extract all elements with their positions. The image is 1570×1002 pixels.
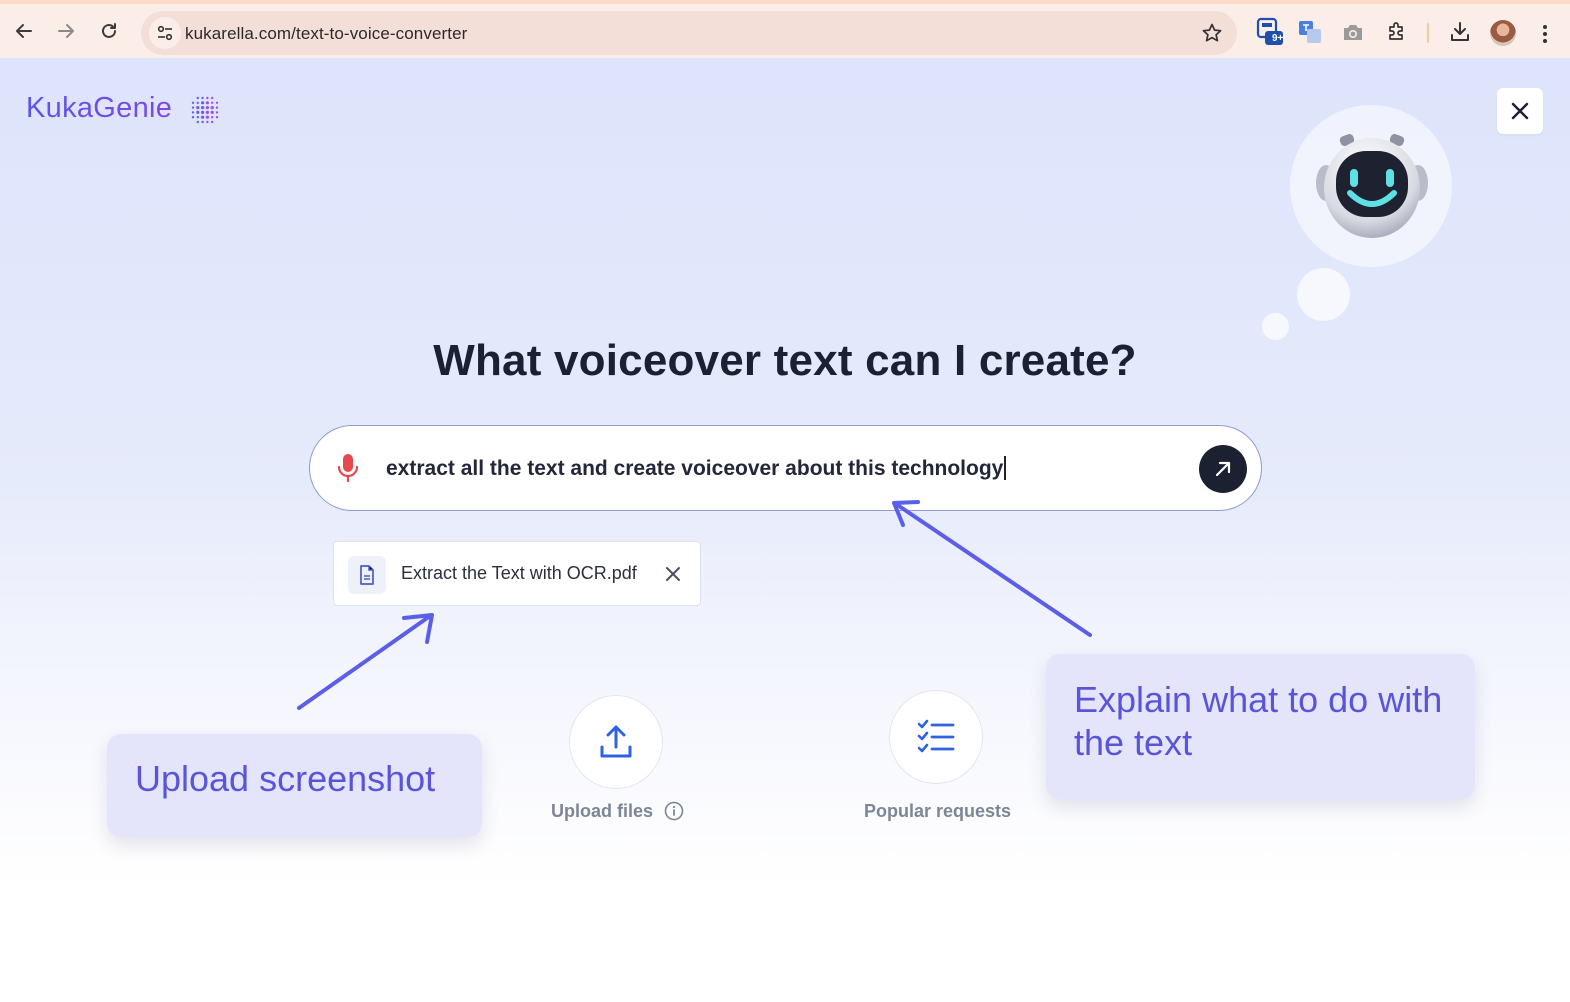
extensions-menu-button[interactable] — [1382, 17, 1412, 47]
info-icon[interactable] — [664, 801, 684, 821]
translate-extension-button[interactable] — [1295, 17, 1325, 47]
logo-dot — [201, 106, 205, 110]
logo-dot — [201, 101, 205, 105]
attached-file-chip: Extract the Text with OCR.pdf — [333, 541, 701, 606]
upload-files-label[interactable]: Upload files — [551, 801, 684, 822]
puzzle-icon — [1389, 22, 1403, 40]
prompt-input-box[interactable]: extract all the text and create voiceove… — [309, 425, 1262, 511]
camera-icon — [1344, 25, 1362, 40]
robot-mascot-icon — [1316, 134, 1428, 238]
reload-button[interactable] — [94, 16, 124, 46]
screenshot-extension-button[interactable] — [1338, 17, 1368, 47]
extension-badge-count: 9+ — [1272, 33, 1284, 44]
logo-dot — [196, 106, 200, 110]
browser-menu-button[interactable] — [1538, 20, 1552, 48]
logo-dot — [196, 110, 200, 114]
remove-file-button[interactable] — [664, 565, 682, 588]
dot-grid-icon — [191, 96, 219, 124]
popular-requests-button[interactable] — [889, 690, 983, 784]
logo-dot — [196, 101, 199, 104]
annotation-arrow-upload — [297, 613, 434, 710]
download-icon — [1451, 22, 1469, 41]
logo-dot — [211, 120, 214, 124]
logo-dot — [196, 116, 199, 119]
annotation-arrow-explain — [892, 500, 1092, 637]
logo-dot — [201, 120, 204, 124]
bookmark-button[interactable] — [1201, 22, 1223, 49]
logo-dot — [196, 120, 199, 124]
url-text[interactable]: kukarella.com/text-to-voice-converter — [185, 24, 467, 44]
logo-dot — [215, 106, 219, 109]
logo-dot — [191, 101, 195, 104]
logo-dot — [210, 106, 214, 110]
file-icon-container — [348, 556, 386, 594]
logo-dot — [196, 96, 199, 100]
logo-dot — [215, 116, 219, 119]
star-icon — [1202, 23, 1222, 42]
text-caret — [1004, 456, 1006, 480]
logo-dot — [215, 111, 219, 114]
more-vertical-icon — [1543, 25, 1547, 43]
checklist-icon — [917, 719, 955, 753]
prompt-input[interactable]: extract all the text and create voiceove… — [386, 456, 1006, 481]
logo-dot — [215, 101, 219, 104]
popular-requests-label[interactable]: Popular requests — [864, 801, 1011, 822]
kukagenie-logo: KukaGenie — [26, 92, 173, 124]
address-bar[interactable]: kukarella.com/text-to-voice-converter — [141, 11, 1237, 55]
logo-dot — [205, 115, 209, 119]
logo-dot — [205, 101, 209, 105]
arrow-up-right-icon — [1215, 461, 1231, 477]
thought-bubble-dot — [1297, 268, 1350, 321]
toolbar-separator — [1427, 23, 1429, 43]
forward-button[interactable] — [51, 16, 81, 46]
site-info-button[interactable] — [149, 17, 181, 49]
upload-files-text: Upload files — [551, 801, 654, 821]
reload-icon — [102, 23, 116, 38]
logo-dot — [211, 96, 214, 100]
upload-files-button[interactable] — [569, 695, 663, 789]
translate-icon — [1299, 21, 1321, 43]
tune-icon — [157, 25, 173, 41]
close-button[interactable] — [1497, 88, 1543, 134]
downloads-button[interactable] — [1445, 17, 1475, 47]
prompt-input-value: extract all the text and create voiceove… — [386, 457, 1004, 480]
profile-avatar[interactable] — [1490, 20, 1516, 46]
logo-dot — [211, 101, 214, 104]
attached-file-name: Extract the Text with OCR.pdf — [401, 563, 637, 583]
logo-dot — [210, 110, 214, 114]
send-button[interactable] — [1199, 445, 1247, 493]
arrow-left-icon — [16, 24, 32, 38]
document-icon — [360, 565, 374, 585]
browser-toolbar: kukarella.com/text-to-voice-converter 9+ — [0, 4, 1570, 58]
microphone-icon — [337, 454, 359, 483]
logo-dot — [206, 96, 209, 100]
arrow-right-icon — [58, 24, 74, 38]
callout-upload-screenshot: Upload screenshot — [107, 734, 482, 837]
logo-dot — [191, 116, 195, 119]
extension-badge-button[interactable]: 9+ — [1255, 17, 1285, 47]
logo-dot — [205, 110, 209, 114]
page-title: What voiceover text can I create? — [433, 336, 1137, 385]
logo-dot — [201, 110, 205, 114]
close-icon — [666, 567, 680, 581]
logo-dot — [201, 96, 204, 100]
callout-explain-text: Explain what to do with the text — [1046, 654, 1475, 799]
kukagenie-page: KukaGenie What voiceover text can I crea… — [0, 58, 1570, 1002]
logo-dot — [191, 111, 195, 114]
logo-dot — [206, 120, 209, 124]
logo-dot — [201, 115, 205, 119]
microphone-button[interactable] — [336, 452, 360, 489]
close-icon — [1511, 102, 1529, 120]
logo-dot — [211, 116, 214, 119]
back-button[interactable] — [9, 16, 39, 46]
logo-dot — [205, 106, 209, 110]
upload-icon — [600, 725, 632, 758]
logo-dot — [191, 106, 195, 109]
